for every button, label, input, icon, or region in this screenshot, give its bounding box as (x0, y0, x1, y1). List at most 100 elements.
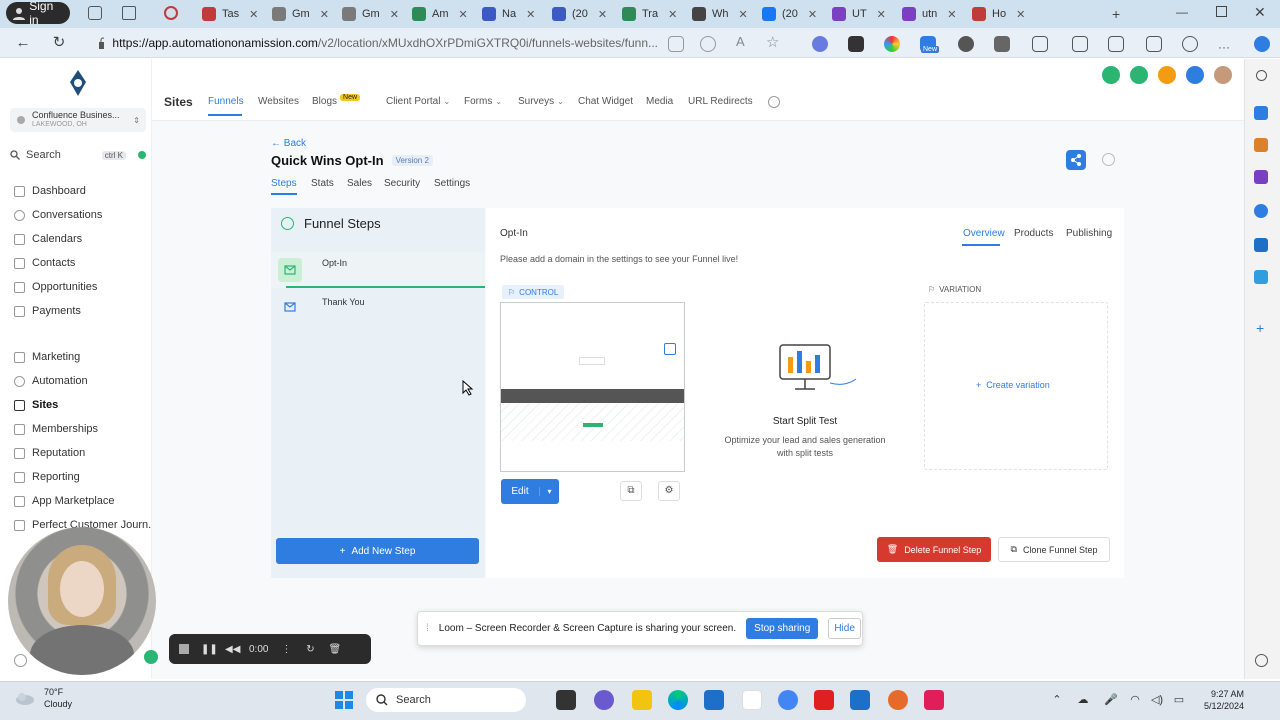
send-icon[interactable] (1254, 270, 1268, 284)
delete-recording-icon[interactable]: 🗑 (328, 644, 341, 655)
more-menu-icon[interactable]: ··· (1218, 40, 1230, 54)
store-icon[interactable] (704, 690, 724, 710)
drawing-icon[interactable]: ⋮ (280, 644, 292, 655)
rewind-icon[interactable]: ◀◀ (225, 644, 240, 655)
tab-settings[interactable]: Settings (434, 178, 470, 189)
games-icon[interactable] (1254, 204, 1268, 218)
add-app-icon[interactable]: + (1256, 320, 1264, 336)
delete-funnel-step-button[interactable]: 🗑 Delete Funnel Step (877, 537, 991, 562)
sidebar-item-contacts[interactable]: Contacts (14, 255, 75, 271)
browser-tab[interactable]: Tra ✕ (616, 2, 683, 26)
chevron-up-icon[interactable]: ⌃ (1050, 693, 1064, 707)
favorites-icon[interactable] (1108, 36, 1124, 52)
hide-button[interactable]: Hide (828, 618, 861, 639)
sidebar-search[interactable]: Search ctrl K (10, 147, 146, 163)
phone-icon[interactable] (1102, 66, 1120, 84)
browser-tab[interactable]: Gm ✕ (266, 2, 335, 26)
page-preview-thumbnail[interactable] (500, 302, 685, 472)
close-tab-icon[interactable]: ✕ (459, 8, 468, 21)
nav-media[interactable]: Media (646, 96, 673, 107)
read-aloud-icon[interactable]: A (736, 34, 745, 49)
file-explorer-icon[interactable] (632, 690, 652, 710)
account-switcher[interactable]: Confluence Busines... LAKEWOOD, OH ⇕ (10, 108, 146, 132)
slack-icon[interactable] (924, 690, 944, 710)
onedrive-icon[interactable]: ☁ (1076, 693, 1090, 707)
tab-steps[interactable]: Steps (271, 178, 297, 189)
sidebar-item-opportunities[interactable]: Opportunities (14, 279, 97, 295)
weather-widget[interactable]: 70°F Cloudy (14, 686, 72, 710)
back-link[interactable]: ← Back (271, 138, 306, 149)
extensions-puzzle-icon[interactable] (1032, 36, 1048, 52)
nav-forms[interactable]: Forms ⌄ (464, 96, 502, 107)
browser-tab[interactable]: Tas ✕ (196, 2, 264, 26)
sidebar-item-reporting[interactable]: Reporting (14, 469, 80, 485)
extension-icon[interactable] (958, 36, 974, 52)
nav-chat-widget[interactable]: Chat Widget (578, 96, 633, 107)
pause-icon[interactable]: ❚❚ (201, 644, 218, 655)
outlook-icon[interactable] (850, 690, 870, 710)
nav-websites[interactable]: Websites (258, 96, 299, 107)
sidebar-item-sites[interactable]: Sites (14, 397, 58, 413)
sign-in-button[interactable]: Sign in (6, 0, 70, 27)
windows-start-icon[interactable] (334, 690, 354, 710)
extension-icon[interactable] (994, 36, 1010, 52)
extension-icon[interactable] (812, 36, 828, 52)
nav-surveys[interactable]: Surveys ⌄ (518, 96, 564, 107)
nav-funnels[interactable]: Funnels (208, 96, 244, 107)
restart-icon[interactable]: ↻ (304, 644, 316, 655)
collections-icon[interactable] (1146, 36, 1162, 52)
stop-sharing-button[interactable]: Stop sharing (746, 618, 819, 639)
step-row-opt-in[interactable] (271, 252, 485, 288)
wifi-icon[interactable]: ◠ (1128, 693, 1142, 707)
browser-tab[interactable]: (20 ✕ (546, 2, 613, 26)
close-window-icon[interactable]: ✕ (1254, 4, 1266, 21)
create-variation-link[interactable]: + Create variation (976, 380, 1050, 390)
sidebar-item-calendars[interactable]: Calendars (14, 231, 82, 247)
extension-icon[interactable] (884, 36, 900, 52)
browser-essentials-icon[interactable] (1182, 36, 1198, 52)
search-icon[interactable] (1256, 70, 1267, 81)
close-tab-icon[interactable]: ✕ (1016, 8, 1025, 21)
megaphone-icon[interactable] (1130, 66, 1148, 84)
tab-sales[interactable]: Sales (347, 178, 372, 189)
back-arrow-icon[interactable]: ← (14, 34, 32, 52)
zoom-icon[interactable] (700, 36, 716, 52)
browser-tab[interactable]: utn ✕ (896, 2, 963, 26)
browser-tab[interactable]: Ho ✕ (966, 2, 1031, 26)
close-tab-icon[interactable]: ✕ (390, 8, 399, 21)
favorite-star-icon[interactable]: ☆ (766, 33, 779, 51)
edge-browser-icon[interactable] (668, 690, 688, 710)
microphone-icon[interactable]: 🎤 (1104, 693, 1118, 707)
browser-tab[interactable]: Wh ✕ (686, 2, 754, 26)
screen-cast-icon[interactable] (668, 36, 684, 52)
extension-icon[interactable] (848, 36, 864, 52)
sidebar-item-app-marketplace[interactable]: App Marketplace (14, 493, 115, 509)
volume-icon[interactable]: ◁) (1150, 693, 1164, 707)
drag-handle-icon[interactable]: ⁞ (426, 623, 429, 634)
sidebar-item-reputation[interactable]: Reputation (14, 445, 85, 461)
open-external-icon[interactable]: ⧉ (620, 481, 642, 501)
browser-tab[interactable]: Gm ✕ (336, 2, 405, 26)
tab-overview[interactable]: Overview (963, 228, 1005, 239)
tab-publishing[interactable]: Publishing (1066, 228, 1112, 239)
chat-app-icon[interactable] (594, 690, 614, 710)
step-label[interactable]: Thank You (322, 297, 365, 307)
workspaces-icon[interactable] (88, 6, 102, 20)
settings-gear-icon[interactable]: ⚙ (658, 481, 680, 501)
close-tab-icon[interactable]: ✕ (947, 8, 956, 21)
close-tab-icon[interactable]: ✕ (598, 8, 607, 21)
settings-gear-icon[interactable] (1255, 654, 1268, 667)
browser-tab[interactable]: Am ✕ (406, 2, 474, 26)
refresh-icon[interactable]: ↻ (50, 34, 68, 52)
firefox-icon[interactable] (888, 690, 908, 710)
battery-icon[interactable]: ▭ (1172, 693, 1186, 707)
help-icon[interactable] (1186, 66, 1204, 84)
tools-icon[interactable] (1254, 170, 1268, 184)
tab-actions-icon[interactable] (122, 6, 136, 20)
info-icon[interactable] (1102, 153, 1115, 166)
share-button[interactable] (1066, 150, 1086, 170)
fullscreen-icon[interactable] (664, 343, 676, 355)
browser-tab[interactable]: Na ✕ (476, 2, 541, 26)
close-tab-icon[interactable]: ✕ (526, 8, 535, 21)
clone-funnel-step-button[interactable]: ⧉ Clone Funnel Step (998, 537, 1110, 562)
